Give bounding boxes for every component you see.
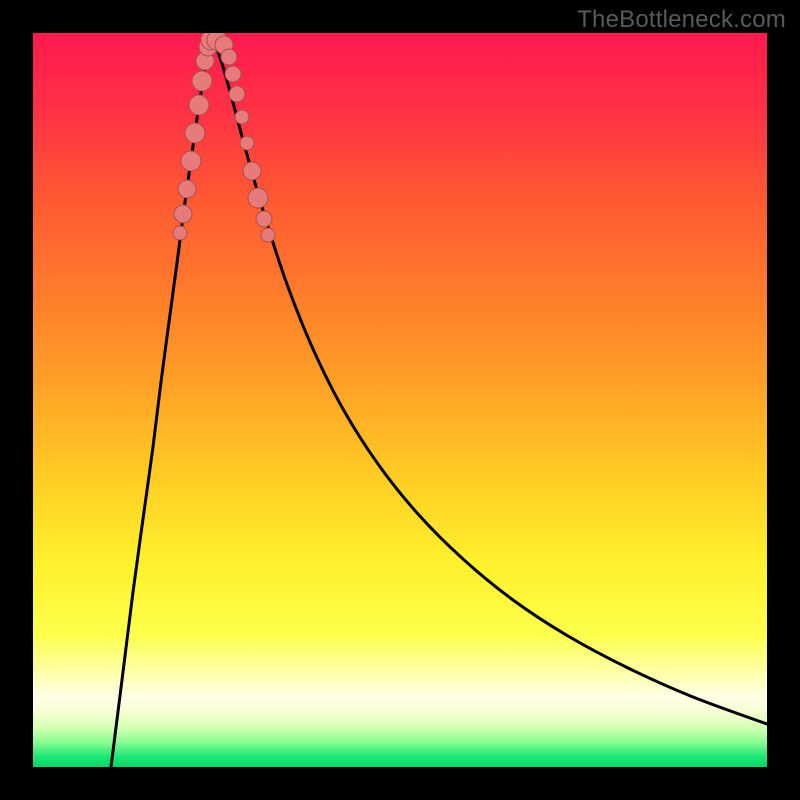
dot-left-5 [185, 123, 205, 143]
chart-svg [33, 33, 767, 767]
dot-right-1 [221, 49, 237, 65]
dot-right-8 [256, 211, 272, 227]
chart-frame: TheBottleneck.com [0, 0, 800, 800]
dot-right-2 [225, 66, 241, 82]
dot-left-2 [174, 205, 192, 223]
dot-left-3 [178, 180, 196, 198]
dot-right-7 [248, 188, 268, 208]
dot-right-3 [229, 86, 245, 102]
dot-left-1 [173, 226, 187, 240]
dot-right-5 [240, 136, 254, 150]
dot-left-6 [189, 95, 209, 115]
dot-left-7 [192, 71, 212, 91]
plot-area [33, 33, 767, 767]
dot-right-6 [243, 162, 261, 180]
dot-right-9 [261, 228, 275, 242]
dot-left-4 [181, 151, 201, 171]
watermark-text: TheBottleneck.com [577, 6, 786, 34]
gradient-background [33, 33, 767, 767]
dot-right-4 [235, 110, 249, 124]
